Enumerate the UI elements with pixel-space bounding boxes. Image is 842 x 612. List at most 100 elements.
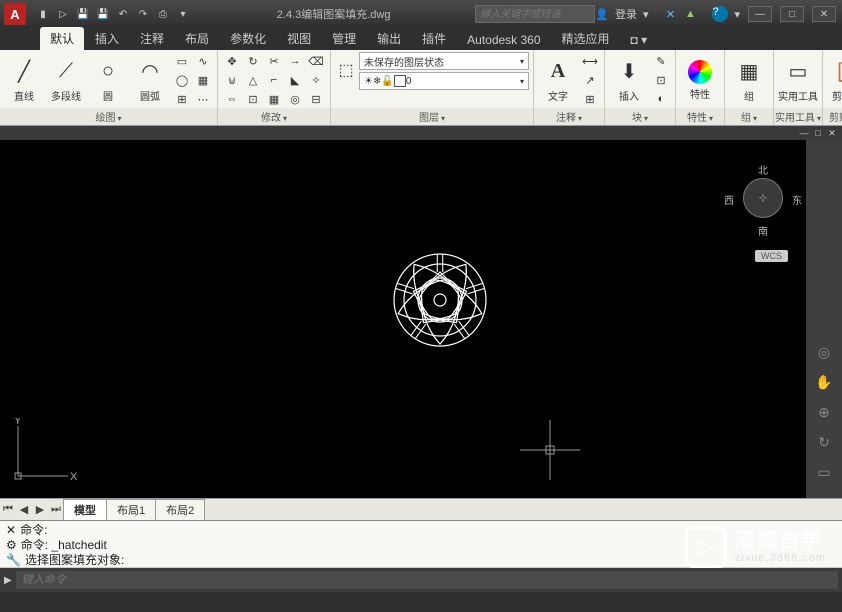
qat-open-icon[interactable]: ▷: [54, 5, 72, 23]
clipboard-button[interactable]: 📋剪贴板: [827, 52, 842, 108]
table-icon[interactable]: ⊞: [580, 90, 600, 108]
qat-more-icon[interactable]: ▾: [174, 5, 192, 23]
tab-plugins[interactable]: 插件: [412, 27, 456, 50]
tab-default[interactable]: 默认: [40, 27, 84, 50]
help-icon[interactable]: ?: [712, 6, 728, 22]
qat-new-icon[interactable]: ▮: [34, 5, 52, 23]
tab-output[interactable]: 输出: [367, 27, 411, 50]
array-icon[interactable]: ▦: [264, 90, 284, 108]
ellipse-icon[interactable]: ◯: [172, 71, 192, 89]
tab-parametric[interactable]: 参数化: [220, 27, 276, 50]
text-button[interactable]: A文字: [538, 52, 578, 108]
group-draw-title[interactable]: 绘图▾: [0, 108, 217, 125]
qat-save-icon[interactable]: 💾: [74, 5, 92, 23]
create-block-icon[interactable]: ✎: [651, 52, 671, 70]
extend-icon[interactable]: →: [285, 52, 305, 70]
command-history[interactable]: ✕命令: ⚙命令: _hatchedit 🔧选择图案填充对象:: [0, 521, 842, 568]
scale-icon[interactable]: ⊡: [243, 90, 263, 108]
tab-layout2[interactable]: 布局2: [155, 499, 205, 521]
stretch-icon[interactable]: ⇔: [222, 90, 242, 108]
mirror-icon[interactable]: △: [243, 71, 263, 89]
fillet-icon[interactable]: ⌐: [264, 71, 284, 89]
layer-state-select[interactable]: 未保存的图层状态▾: [359, 52, 529, 70]
login-link[interactable]: 登录: [615, 6, 637, 22]
wcs-badge[interactable]: WCS: [755, 250, 788, 262]
nav-wheel-icon[interactable]: ◎: [812, 340, 836, 364]
layer-current-select[interactable]: ☀ ❄ 🔓 0 ▾: [359, 72, 529, 90]
tab-insert[interactable]: 插入: [85, 27, 129, 50]
group-annotate-title[interactable]: 注释▾: [534, 108, 604, 125]
group-layer-title[interactable]: 图层▾: [331, 108, 533, 125]
tab-a360[interactable]: Autodesk 360: [457, 30, 550, 50]
autodesk-icon[interactable]: ▲: [682, 6, 698, 22]
tab-layout1[interactable]: 布局1: [106, 499, 156, 521]
trim-icon[interactable]: ✂: [264, 52, 284, 70]
next-tab-icon[interactable]: ▶: [32, 502, 48, 518]
hatch-icon[interactable]: ▦: [193, 71, 213, 89]
circle-button[interactable]: ○圆: [88, 52, 128, 108]
tab-view[interactable]: 视图: [277, 27, 321, 50]
layer-props-icon[interactable]: ⬚: [335, 52, 357, 88]
dim-linear-icon[interactable]: ⟷: [580, 52, 600, 70]
first-tab-icon[interactable]: ⏮: [0, 502, 16, 518]
app-icon[interactable]: A: [4, 3, 26, 25]
minimize-button[interactable]: —: [748, 6, 772, 22]
polyline-button[interactable]: ⟋多段线: [46, 52, 86, 108]
close-button[interactable]: ✕: [812, 6, 836, 22]
offset-icon[interactable]: ◎: [285, 90, 305, 108]
command-input[interactable]: [16, 571, 838, 589]
arc-button[interactable]: ◠圆弧: [130, 52, 170, 108]
qat-undo-icon[interactable]: ↶: [114, 5, 132, 23]
line-button[interactable]: ╱直线: [4, 52, 44, 108]
help-dropdown-icon[interactable]: ▾: [734, 8, 740, 21]
group-block-title[interactable]: 块▾: [605, 108, 675, 125]
user-icon[interactable]: 👤: [595, 8, 609, 21]
tab-manage[interactable]: 管理: [322, 27, 366, 50]
copy-icon[interactable]: ⊍: [222, 71, 242, 89]
move-icon[interactable]: ✥: [222, 52, 242, 70]
last-tab-icon[interactable]: ⏭: [48, 502, 64, 518]
drawing-canvas[interactable]: X Y 北 西 东 南 ⊹ WCS: [0, 140, 806, 498]
edit-block-icon[interactable]: ⊡: [651, 71, 671, 89]
qat-print-icon[interactable]: ⎙: [154, 5, 172, 23]
group-clipboard-title[interactable]: 剪贴板▾: [823, 108, 842, 125]
explode-icon[interactable]: ✧: [306, 71, 326, 89]
qat-redo-icon[interactable]: ↷: [134, 5, 152, 23]
more-draw-icon[interactable]: ⊞: [172, 90, 192, 108]
tab-layout[interactable]: 布局: [175, 27, 219, 50]
group-properties-title[interactable]: 特性▾: [676, 108, 724, 125]
tab-model[interactable]: 模型: [63, 499, 107, 521]
erase-icon[interactable]: ⌫: [306, 52, 326, 70]
more2-icon[interactable]: ⋯: [193, 90, 213, 108]
spline-icon[interactable]: ∿: [193, 52, 213, 70]
doc-close-button[interactable]: ✕: [826, 128, 838, 138]
prev-tab-icon[interactable]: ◀: [16, 502, 32, 518]
insert-block-button[interactable]: ⬇插入: [609, 52, 649, 108]
doc-maximize-button[interactable]: □: [812, 128, 824, 138]
exchange-icon[interactable]: ✕: [662, 6, 678, 22]
tab-featured[interactable]: 精选应用: [552, 27, 620, 50]
chamfer-icon[interactable]: ◣: [285, 71, 305, 89]
qat-saveas-icon[interactable]: 💾: [94, 5, 112, 23]
maximize-button[interactable]: □: [780, 6, 804, 22]
group-button[interactable]: ▦组: [729, 52, 769, 108]
tab-annotate[interactable]: 注释: [130, 27, 174, 50]
leader-icon[interactable]: ↗: [580, 71, 600, 89]
align-icon[interactable]: ⊟: [306, 90, 326, 108]
search-input[interactable]: [475, 5, 595, 23]
doc-minimize-button[interactable]: —: [798, 128, 810, 138]
view-cube[interactable]: 北 西 东 南 ⊹: [728, 164, 798, 244]
showmotion-icon[interactable]: ▭: [812, 460, 836, 484]
zoom-icon[interactable]: ⊕: [812, 400, 836, 424]
rotate-icon[interactable]: ↻: [243, 52, 263, 70]
attr-icon[interactable]: ◐: [651, 90, 671, 108]
group-group-title[interactable]: 组▾: [725, 108, 773, 125]
group-utilities-title[interactable]: 实用工具▾: [774, 108, 822, 125]
tab-expand-icon[interactable]: ◘ ▾: [621, 30, 658, 50]
login-dropdown-icon[interactable]: ▾: [643, 8, 649, 21]
group-modify-title[interactable]: 修改▾: [218, 108, 330, 125]
orbit-icon[interactable]: ↻: [812, 430, 836, 454]
properties-button[interactable]: 特性: [680, 52, 720, 108]
rect-icon[interactable]: ▭: [172, 52, 192, 70]
pan-icon[interactable]: ✋: [812, 370, 836, 394]
